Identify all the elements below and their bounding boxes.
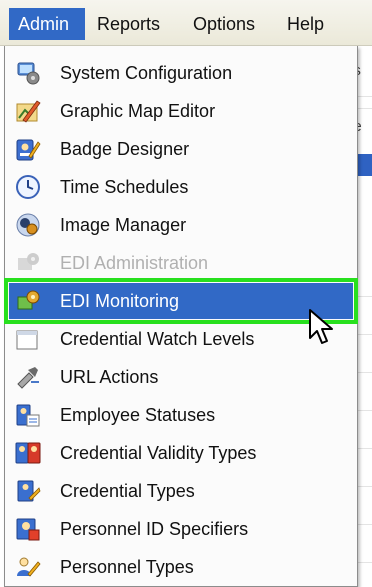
image-manager-icon bbox=[16, 213, 40, 237]
menu-item-badge-designer[interactable]: Badge Designer bbox=[9, 131, 353, 167]
menu-item-edi-monitoring[interactable]: EDI Monitoring bbox=[4, 278, 358, 324]
menu-item-label: Personnel Types bbox=[60, 557, 194, 577]
menu-item-label: Employee Statuses bbox=[60, 405, 216, 425]
url-actions-icon bbox=[17, 367, 39, 389]
credential-validity-icon bbox=[15, 442, 41, 464]
menu-item-label: Image Manager bbox=[60, 215, 187, 235]
menu-item-system-configuration[interactable]: System Configuration bbox=[9, 55, 353, 91]
menu-item-label: System Configuration bbox=[60, 63, 233, 83]
menu-item-url-actions[interactable]: URL Actions bbox=[9, 359, 353, 395]
badge-designer-icon bbox=[16, 139, 41, 161]
menu-help[interactable]: Help bbox=[278, 8, 333, 40]
menu-item-image-manager[interactable]: Image Manager bbox=[9, 207, 353, 243]
menu-admin[interactable]: Admin bbox=[9, 8, 85, 40]
credential-types-icon bbox=[17, 480, 41, 502]
menu-item-label: Graphic Map Editor bbox=[60, 101, 216, 121]
system-configuration-icon bbox=[17, 62, 40, 85]
edi-monitoring-icon bbox=[17, 290, 40, 310]
menu-item-label: URL Actions bbox=[60, 367, 159, 387]
menu-item-label: Credential Validity Types bbox=[60, 443, 257, 463]
menu-item-employee-statuses[interactable]: Employee Statuses bbox=[9, 397, 353, 433]
menu-item-label: Time Schedules bbox=[60, 177, 189, 197]
menu-bar: Admin Reports Options Help bbox=[0, 0, 372, 46]
admin-dropdown-menu: System Configuration Graphic Map Editor … bbox=[4, 46, 358, 587]
menu-item-credential-validity-types[interactable]: Credential Validity Types bbox=[9, 435, 353, 471]
menu-item-personnel-types[interactable]: Personnel Types bbox=[9, 549, 353, 585]
menu-item-label: EDI Monitoring bbox=[60, 291, 180, 311]
menu-item-credential-watch-levels[interactable]: Credential Watch Levels bbox=[9, 321, 353, 357]
mouse-cursor-icon bbox=[309, 309, 333, 344]
map-editor-icon bbox=[16, 100, 41, 123]
menu-options[interactable]: Options bbox=[184, 8, 264, 40]
menu-item-label: Credential Watch Levels bbox=[60, 329, 255, 349]
credential-watch-icon bbox=[16, 330, 38, 350]
employee-statuses-icon bbox=[16, 404, 40, 427]
personnel-types-icon bbox=[17, 557, 41, 577]
clock-icon bbox=[16, 175, 40, 199]
menu-reports[interactable]: Reports bbox=[88, 8, 169, 40]
edi-administration-icon bbox=[18, 253, 39, 270]
menu-item-label: Personnel ID Specifiers bbox=[60, 519, 249, 539]
menu-item-time-schedules[interactable]: Time Schedules bbox=[9, 169, 353, 205]
menu-item-label: Credential Types bbox=[60, 481, 195, 501]
menu-item-label: EDI Administration bbox=[60, 253, 209, 273]
menu-item-personnel-id-specifiers[interactable]: Personnel ID Specifiers bbox=[9, 511, 353, 547]
menu-item-credential-types[interactable]: Credential Types bbox=[9, 473, 353, 509]
menu-item-graphic-map-editor[interactable]: Graphic Map Editor bbox=[9, 93, 353, 129]
menu-item-edi-administration: EDI Administration bbox=[9, 245, 353, 281]
personnel-id-icon bbox=[16, 518, 40, 541]
menu-item-label: Badge Designer bbox=[60, 139, 190, 159]
